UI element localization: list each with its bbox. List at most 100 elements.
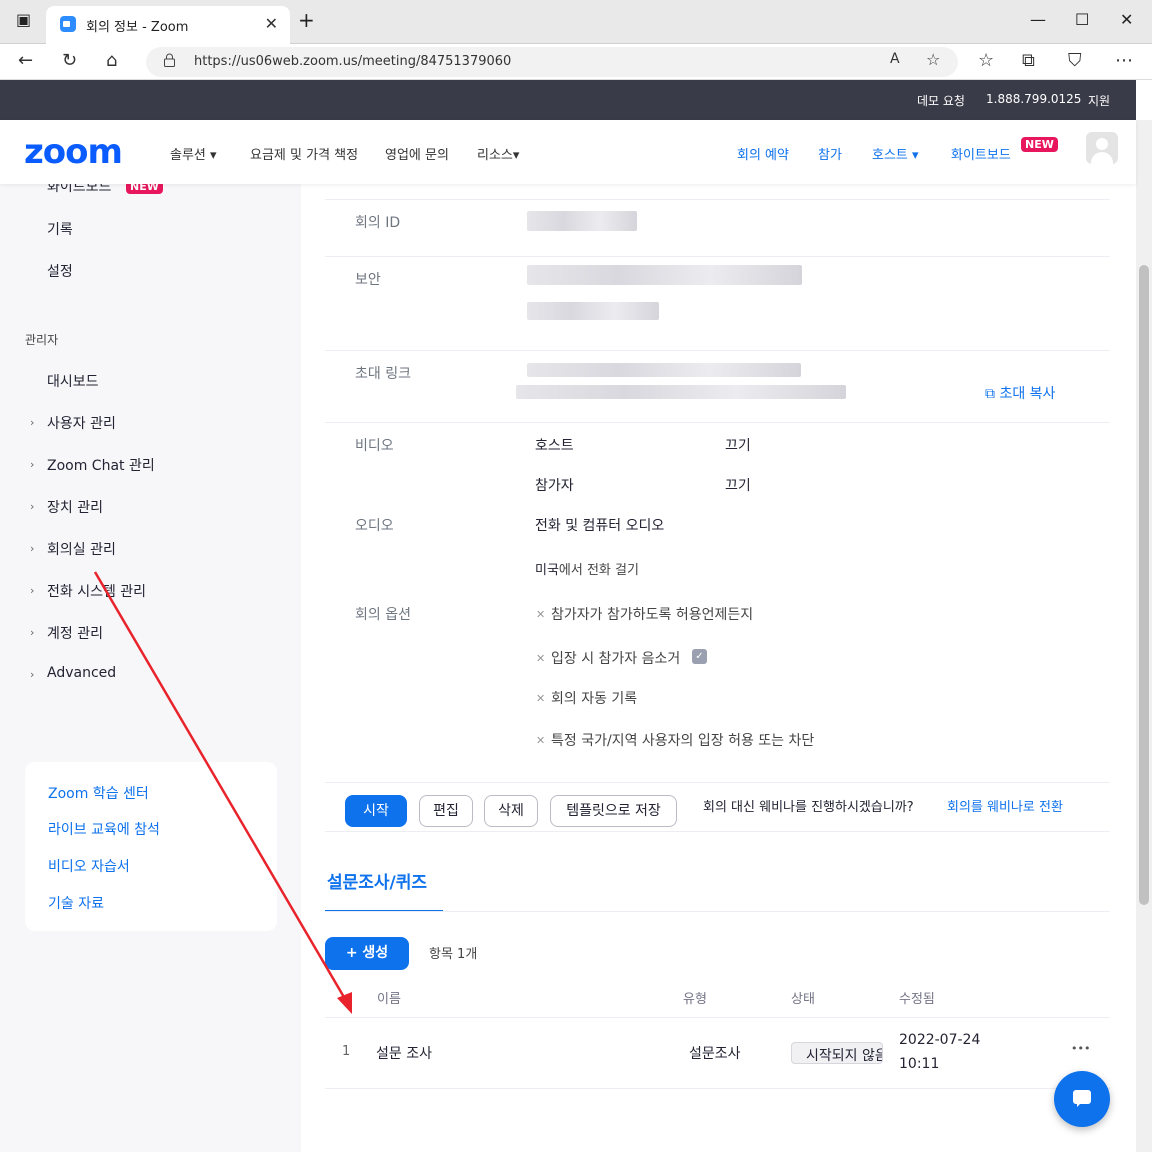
- sidebar-item-advanced[interactable]: Advanced: [47, 665, 116, 681]
- link-live-training[interactable]: 라이브 교육에 참석: [48, 819, 160, 839]
- window-close-icon[interactable]: ✕: [1120, 10, 1133, 29]
- sidebar-item-chat-management[interactable]: Zoom Chat 관리: [47, 455, 155, 475]
- delete-button[interactable]: 삭제: [484, 795, 538, 827]
- sidebar-item-recordings[interactable]: 기록: [47, 219, 73, 239]
- chevron-right-icon: ›: [30, 500, 35, 513]
- sidebar-item-account-management[interactable]: 계정 관리: [47, 623, 103, 643]
- url-text: https://us06web.zoom.us/meeting/84751379…: [194, 54, 512, 69]
- options-label: 회의 옵션: [355, 607, 411, 623]
- support-link[interactable]: 지원: [1088, 92, 1110, 109]
- security-redacted: [527, 265, 802, 285]
- edit-button[interactable]: 편집: [419, 795, 473, 827]
- link-video-tutorials[interactable]: 비디오 자습서: [48, 856, 130, 876]
- chevron-right-icon: ›: [30, 458, 35, 471]
- collections-icon[interactable]: ⧉: [1022, 50, 1035, 71]
- table-row[interactable]: 1 설문 조사 설문조사 시작되지 않음 2022-07-24 10:11 ••…: [325, 1018, 1110, 1088]
- divider: [325, 782, 1110, 783]
- sidebar-item-user-management[interactable]: 사용자 관리: [47, 413, 116, 433]
- audio-label: 오디오: [355, 518, 394, 534]
- page-scrollbar[interactable]: [1136, 120, 1152, 1152]
- phone-number[interactable]: 1.888.799.0125: [986, 92, 1081, 106]
- x-icon: ✕: [536, 734, 546, 747]
- tab-polls-quizzes[interactable]: 설문조사/퀴즈: [327, 868, 427, 893]
- refresh-icon[interactable]: ↻: [62, 50, 77, 71]
- start-button[interactable]: 시작: [345, 795, 407, 827]
- resource-box: Zoom 학습 센터 라이브 교육에 참석 비디오 자습서 기술 자료: [25, 762, 277, 931]
- security-redacted: [527, 302, 659, 320]
- nav-host[interactable]: 호스트 ▾: [872, 144, 919, 163]
- option-join-anytime: 참가자가 참가하도록 허용언제든지: [551, 607, 754, 623]
- security-label: 보안: [355, 272, 381, 288]
- nav-pricing[interactable]: 요금제 및 가격 책정: [250, 144, 358, 163]
- divider: [325, 256, 1110, 257]
- back-icon[interactable]: ←: [18, 50, 33, 71]
- tab-title: 회의 정보 - Zoom: [86, 20, 189, 35]
- x-icon: ✕: [536, 652, 546, 665]
- favorite-add-icon[interactable]: ☆: [926, 50, 940, 69]
- sidebar-item-dashboard[interactable]: 대시보드: [47, 371, 99, 391]
- tab-close-icon[interactable]: ✕: [265, 14, 278, 33]
- sidebar-item-phone-management[interactable]: 전화 시스템 관리: [47, 581, 146, 601]
- minimize-icon[interactable]: —: [1030, 10, 1046, 29]
- menu-more-icon[interactable]: ⋯: [1115, 50, 1133, 71]
- address-toolbar: ← ↻ ⌂ https://us06web.zoom.us/meeting/84…: [0, 44, 1152, 80]
- nav-whiteboard[interactable]: 화이트보드: [951, 144, 1011, 163]
- poll-time: 10:11: [899, 1056, 940, 1072]
- browser-tab[interactable]: 회의 정보 - Zoom ✕: [46, 6, 290, 44]
- maximize-icon[interactable]: ☐: [1075, 10, 1089, 29]
- nav-contact-sales[interactable]: 영업에 문의: [385, 144, 449, 163]
- video-participant-label: 참가자: [535, 478, 574, 494]
- divider: [325, 199, 1110, 200]
- video-participant-value: 끄기: [725, 478, 751, 494]
- video-host-label: 호스트: [535, 438, 574, 454]
- read-aloud-icon[interactable]: A: [890, 51, 900, 67]
- chevron-right-icon: ›: [30, 626, 35, 639]
- convert-webinar-link[interactable]: 회의를 웨비나로 전환: [947, 796, 1063, 815]
- demo-request-link[interactable]: 데모 요청: [917, 92, 965, 109]
- status-badge: 시작되지 않음: [791, 1042, 883, 1064]
- info-badge-icon[interactable]: ✓: [692, 649, 707, 664]
- nav-solutions[interactable]: 솔루션 ▾: [170, 144, 217, 163]
- meeting-content: 회의 ID 보안 초대 링크 ⧉ 초대 복사 비디오 호스트 끄기 참가자 끄기…: [301, 184, 1136, 1152]
- link-knowledge-base[interactable]: 기술 자료: [48, 893, 104, 913]
- lock-icon: [164, 53, 175, 67]
- favorites-icon[interactable]: ☆: [978, 50, 994, 71]
- x-icon: ✕: [536, 608, 546, 621]
- divider: [325, 831, 1110, 832]
- nav-resources[interactable]: 리소스▾: [477, 144, 519, 163]
- poll-date: 2022-07-24: [899, 1032, 981, 1048]
- nav-schedule-meeting[interactable]: 회의 예약: [737, 144, 789, 163]
- avatar[interactable]: [1086, 132, 1118, 164]
- video-host-value: 끄기: [725, 438, 751, 454]
- create-poll-button[interactable]: + 생성: [325, 937, 409, 970]
- header-status: 상태: [791, 992, 815, 1007]
- link-learning-center[interactable]: Zoom 학습 센터: [48, 783, 149, 803]
- poll-name[interactable]: 설문 조사: [376, 1043, 432, 1063]
- save-template-button[interactable]: 템플릿으로 저장: [550, 795, 677, 827]
- webinar-prompt: 회의 대신 웨비나를 진행하시겠습니까?: [703, 800, 914, 815]
- home-icon[interactable]: ⌂: [106, 50, 117, 71]
- scrollbar-thumb[interactable]: [1139, 265, 1149, 905]
- sidebar-item-room-management[interactable]: 회의실 관리: [47, 539, 116, 559]
- sidebar-item-settings[interactable]: 설정: [47, 261, 73, 281]
- chat-bubble-button[interactable]: [1054, 1071, 1110, 1127]
- divider: [325, 1088, 1110, 1089]
- nav-join[interactable]: 참가: [818, 144, 842, 163]
- zoom-top-bar: 데모 요청 1.888.799.0125 지원: [0, 80, 1136, 120]
- new-tab-icon[interactable]: +: [298, 8, 315, 32]
- row-number: 1: [342, 1044, 351, 1059]
- chevron-right-icon: ›: [30, 416, 35, 429]
- url-bar[interactable]: https://us06web.zoom.us/meeting/84751379…: [146, 47, 958, 77]
- divider: [325, 350, 1110, 351]
- copy-invite-button[interactable]: ⧉ 초대 복사: [985, 383, 1055, 403]
- tab-actions-icon[interactable]: ▣: [16, 10, 31, 29]
- zoom-logo[interactable]: zoom: [24, 132, 123, 172]
- invite-link-label: 초대 링크: [355, 366, 411, 382]
- sidebar-item-device-management[interactable]: 장치 관리: [47, 497, 103, 517]
- meeting-id-label: 회의 ID: [355, 215, 401, 231]
- extension-shield-icon[interactable]: ⛉: [1068, 50, 1082, 71]
- more-options-icon[interactable]: •••: [1071, 1042, 1090, 1055]
- browser-tab-bar: ▣ 회의 정보 - Zoom ✕ + — ☐ ✕: [0, 0, 1152, 44]
- chevron-right-icon: ›: [30, 668, 35, 681]
- zoom-favicon-icon: [60, 16, 76, 32]
